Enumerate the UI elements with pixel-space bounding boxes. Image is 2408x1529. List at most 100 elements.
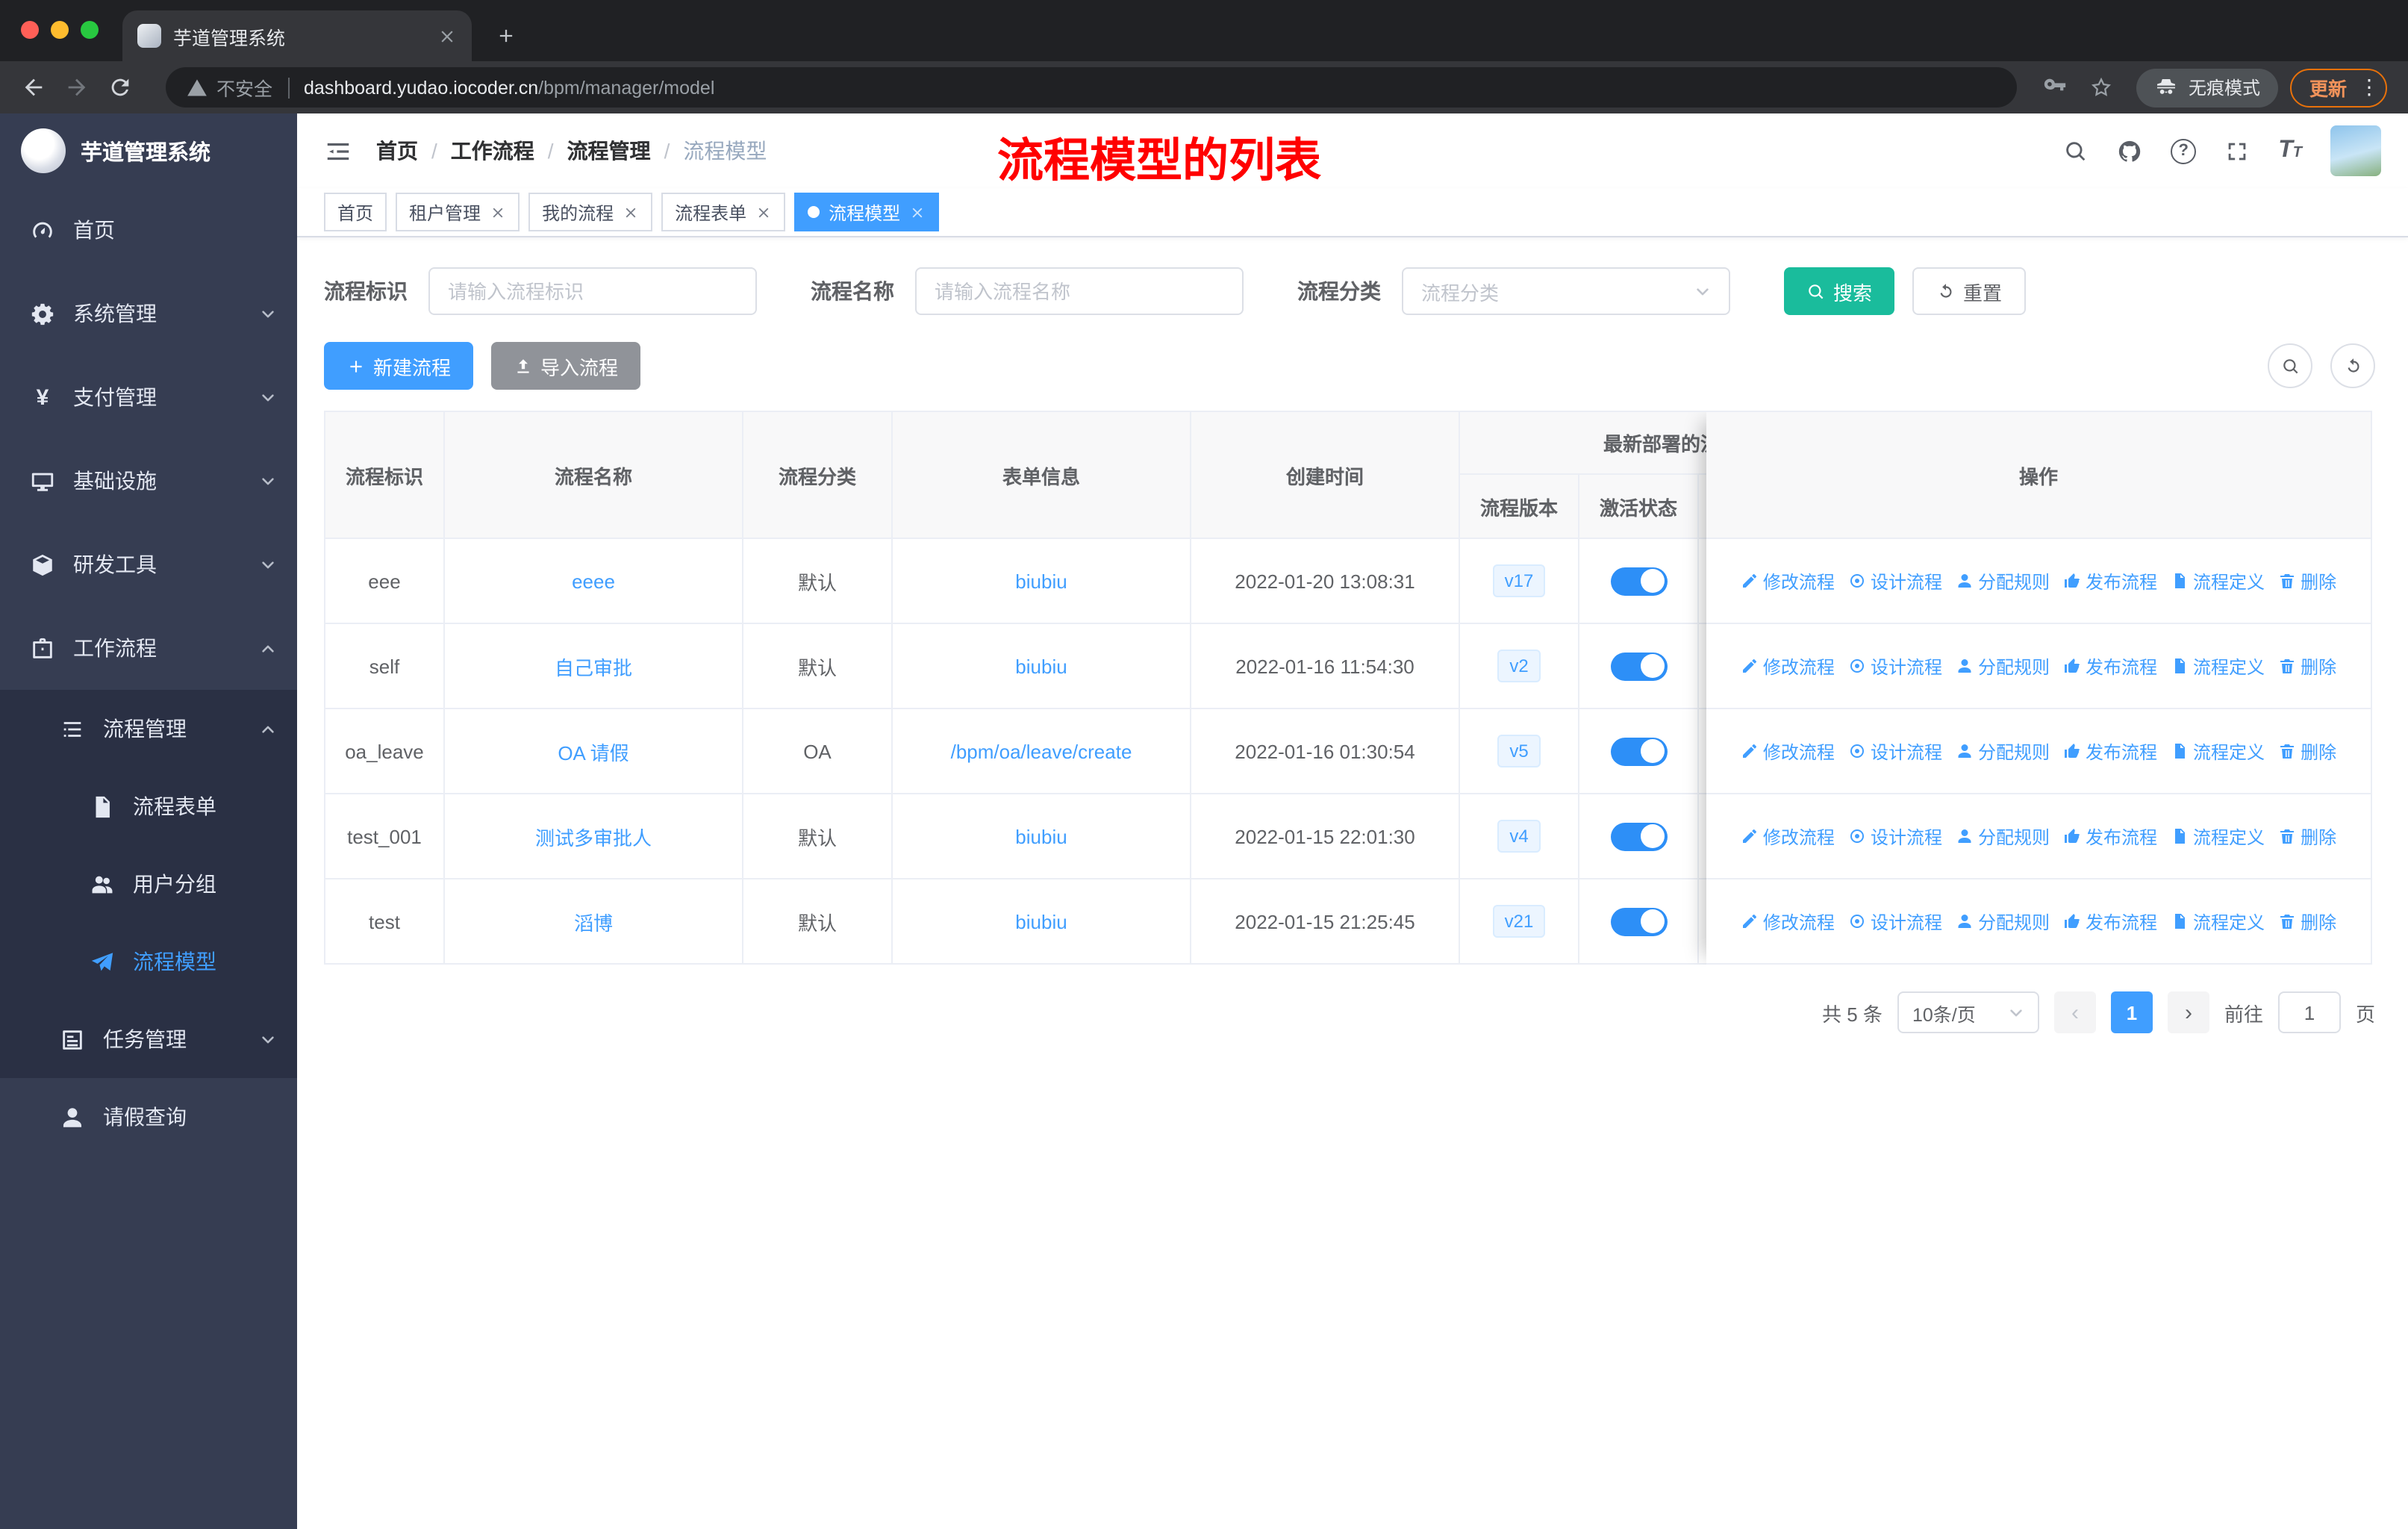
page-size-select[interactable]: 10条/页 [1897, 991, 2039, 1033]
active-toggle[interactable] [1610, 737, 1667, 765]
modify-process-link[interactable]: 修改流程 [1741, 738, 1835, 764]
category-select[interactable]: 流程分类 [1402, 267, 1730, 315]
sidebar-item-user-group[interactable]: 用户分组 [0, 845, 297, 923]
next-page-button[interactable]: › [2167, 991, 2209, 1033]
current-page-button[interactable]: 1 [2110, 991, 2153, 1033]
sidebar-item-process-model[interactable]: 流程模型 [0, 923, 297, 1000]
hamburger-icon[interactable] [324, 137, 352, 165]
version-badge[interactable]: v4 [1497, 820, 1541, 853]
import-model-button[interactable]: 导入流程 [491, 342, 641, 390]
version-badge[interactable]: v17 [1492, 564, 1546, 597]
assign-rule-link[interactable]: 分配规则 [1956, 823, 2050, 849]
process-definition-link[interactable]: 流程定义 [2171, 823, 2265, 849]
sidebar-item-workflow[interactable]: 工作流程 [0, 606, 297, 690]
delete-link[interactable]: 删除 [2278, 823, 2336, 849]
version-badge[interactable]: v5 [1497, 735, 1541, 767]
breadcrumb-workflow[interactable]: 工作流程 [451, 136, 534, 166]
fullscreen-icon[interactable] [2224, 138, 2250, 164]
tab-close-icon[interactable] [437, 26, 457, 46]
tag-tenant[interactable]: 租户管理 [396, 193, 520, 231]
publish-process-link[interactable]: 发布流程 [2063, 653, 2157, 679]
process-definition-link[interactable]: 流程定义 [2171, 568, 2265, 594]
search-icon[interactable] [2063, 138, 2089, 164]
publish-process-link[interactable]: 发布流程 [2063, 738, 2157, 764]
active-toggle[interactable] [1610, 822, 1667, 850]
design-process-link[interactable]: 设计流程 [1848, 653, 1942, 679]
new-tab-button[interactable] [496, 25, 517, 46]
active-toggle[interactable] [1610, 652, 1667, 680]
active-toggle[interactable] [1610, 567, 1667, 595]
close-icon[interactable] [490, 204, 506, 220]
process-id-input[interactable] [428, 267, 757, 315]
process-definition-link[interactable]: 流程定义 [2171, 909, 2265, 934]
form-info-link[interactable]: biubiu [1015, 910, 1067, 932]
reset-button[interactable]: 重置 [1912, 267, 2027, 315]
breadcrumb-home[interactable]: 首页 [376, 136, 418, 166]
bookmark-star-icon[interactable] [2089, 75, 2114, 100]
sidebar-item-system[interactable]: 系统管理 [0, 272, 297, 355]
window-close-button[interactable] [21, 21, 39, 39]
reload-button[interactable] [107, 75, 133, 100]
process-name-input[interactable] [915, 267, 1244, 315]
form-info-link[interactable]: biubiu [1015, 655, 1067, 677]
publish-process-link[interactable]: 发布流程 [2063, 823, 2157, 849]
close-icon[interactable] [909, 204, 926, 220]
form-info-link[interactable]: /bpm/oa/leave/create [951, 740, 1132, 762]
close-icon[interactable] [755, 204, 772, 220]
modify-process-link[interactable]: 修改流程 [1741, 823, 1835, 849]
version-badge[interactable]: v2 [1497, 650, 1541, 682]
design-process-link[interactable]: 设计流程 [1848, 909, 1942, 934]
delete-link[interactable]: 删除 [2278, 568, 2336, 594]
forward-button[interactable] [64, 75, 90, 100]
publish-process-link[interactable]: 发布流程 [2063, 909, 2157, 934]
toggle-search-button[interactable] [2268, 343, 2312, 388]
create-model-button[interactable]: 新建流程 [324, 342, 474, 390]
design-process-link[interactable]: 设计流程 [1848, 568, 1942, 594]
sidebar-item-process-form[interactable]: 流程表单 [0, 767, 297, 845]
delete-link[interactable]: 删除 [2278, 738, 2336, 764]
address-bar[interactable]: 不安全 dashboard.yudao.iocoder.cn /bpm/mana… [166, 67, 2017, 108]
prev-page-button[interactable]: ‹ [2053, 991, 2096, 1033]
tag-process-form[interactable]: 流程表单 [661, 193, 786, 231]
assign-rule-link[interactable]: 分配规则 [1956, 653, 2050, 679]
window-minimize-button[interactable] [51, 21, 69, 39]
process-definition-link[interactable]: 流程定义 [2171, 738, 2265, 764]
form-info-link[interactable]: biubiu [1015, 570, 1067, 592]
github-icon[interactable] [2117, 138, 2142, 164]
user-avatar[interactable] [2330, 125, 2381, 176]
delete-link[interactable]: 删除 [2278, 653, 2336, 679]
goto-page-input[interactable] [2277, 991, 2341, 1033]
font-size-icon[interactable] [2278, 137, 2302, 164]
tag-process-model[interactable]: 流程模型 [794, 193, 940, 231]
model-name-link[interactable]: 自己审批 [555, 652, 632, 680]
sidebar-item-leave-query[interactable]: 请假查询 [0, 1078, 297, 1156]
model-name-link[interactable]: eeee [572, 570, 615, 592]
logo[interactable]: 芋道管理系统 [0, 113, 297, 188]
tag-my-process[interactable]: 我的流程 [528, 193, 653, 231]
sidebar-item-payment[interactable]: ¥ 支付管理 [0, 355, 297, 439]
sidebar-item-devtools[interactable]: 研发工具 [0, 523, 297, 606]
process-definition-link[interactable]: 流程定义 [2171, 653, 2265, 679]
publish-process-link[interactable]: 发布流程 [2063, 568, 2157, 594]
model-name-link[interactable]: 测试多审批人 [535, 822, 652, 850]
breadcrumb-process-mgmt[interactable]: 流程管理 [567, 136, 651, 166]
sidebar-item-infra[interactable]: 基础设施 [0, 439, 297, 523]
model-name-link[interactable]: 滔博 [574, 907, 613, 935]
back-button[interactable] [21, 75, 46, 100]
design-process-link[interactable]: 设计流程 [1848, 823, 1942, 849]
modify-process-link[interactable]: 修改流程 [1741, 909, 1835, 934]
delete-link[interactable]: 删除 [2278, 909, 2336, 934]
assign-rule-link[interactable]: 分配规则 [1956, 738, 2050, 764]
close-icon[interactable] [623, 204, 639, 220]
browser-update-button[interactable]: 更新 ⋮ [2289, 68, 2387, 107]
form-info-link[interactable]: biubiu [1015, 825, 1067, 847]
modify-process-link[interactable]: 修改流程 [1741, 568, 1835, 594]
sidebar-item-task-mgmt[interactable]: 任务管理 [0, 1000, 297, 1078]
sidebar-item-home[interactable]: 首页 [0, 188, 297, 272]
version-badge[interactable]: v21 [1492, 905, 1546, 938]
model-name-link[interactable]: OA 请假 [558, 737, 628, 765]
search-button[interactable]: 搜索 [1784, 267, 1895, 315]
tag-home[interactable]: 首页 [324, 193, 387, 231]
assign-rule-link[interactable]: 分配规则 [1956, 568, 2050, 594]
sidebar-item-process-mgmt[interactable]: 流程管理 [0, 690, 297, 767]
